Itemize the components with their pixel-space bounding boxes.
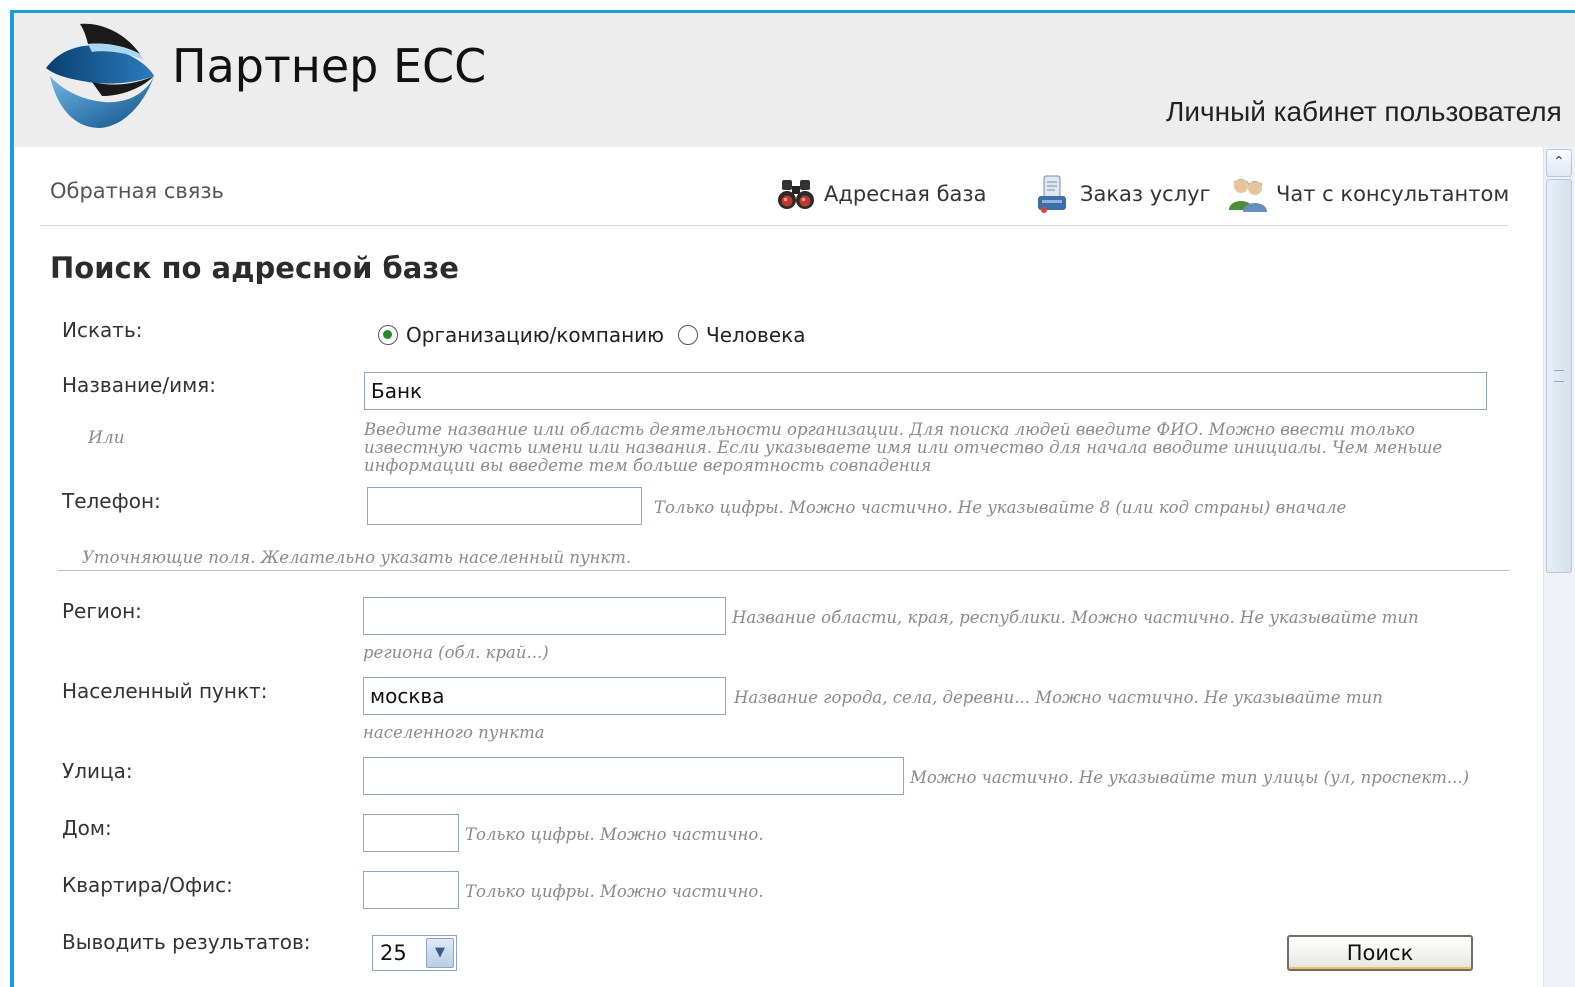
house-label: Дом:	[62, 816, 112, 840]
phone-label: Телефон:	[62, 489, 161, 513]
binoculars-icon	[778, 180, 814, 209]
search-type-label: Искать:	[62, 318, 143, 342]
radio-organization-label[interactable]: Организацию/компанию	[406, 323, 664, 347]
street-hint: Можно частично. Не указывайте тип улицы …	[910, 768, 1470, 787]
city-hint-line1: Название города, села, деревни... Можно …	[734, 688, 1383, 707]
region-label: Регион:	[62, 599, 142, 623]
nav-consultant-chat-label: Чат с консультантом	[1276, 182, 1510, 206]
refine-hint: Уточняющие поля. Желательно указать насе…	[82, 548, 632, 567]
house-input[interactable]	[363, 814, 459, 852]
radio-person-label[interactable]: Человека	[706, 323, 805, 347]
scroll-grip-icon	[1554, 370, 1564, 382]
app-title: Партнер ЕСС	[172, 39, 487, 93]
region-hint-line2: региона (обл. край...)	[363, 643, 549, 662]
apartment-hint: Только цифры. Можно частично.	[465, 882, 764, 901]
vertical-scrollbar[interactable]: ⌃	[1543, 147, 1575, 987]
city-hint-line2: населенного пункта	[363, 723, 545, 742]
name-hint: Введите название или область деятельност…	[364, 420, 1443, 475]
user-cabinet-label: Личный кабинет пользователя	[1166, 96, 1562, 127]
page-title: Поиск по адресной базе	[50, 251, 459, 285]
street-label: Улица:	[62, 759, 133, 783]
or-label: Или	[88, 428, 125, 448]
nav-address-base-label: Адресная база	[824, 182, 987, 206]
apartment-input[interactable]	[363, 871, 459, 909]
main-content: Обратная связь Адресная база Заказ услуг	[14, 147, 1542, 987]
results-count-select[interactable]: 25 ▼	[372, 935, 457, 971]
services-order-icon	[1038, 175, 1066, 213]
nav-address-base[interactable]: Адресная база	[776, 172, 986, 216]
apartment-label: Квартира/Офис:	[62, 873, 233, 897]
phone-input[interactable]	[367, 487, 642, 525]
results-count-value: 25	[380, 941, 407, 965]
radio-organization[interactable]	[378, 325, 398, 345]
street-input[interactable]	[363, 757, 904, 795]
results-count-label: Выводить результатов:	[62, 930, 311, 954]
name-label: Название/имя:	[62, 373, 216, 397]
chat-consultant-icon	[1229, 179, 1267, 212]
nav-consultant-chat[interactable]: Чат с консультантом	[1228, 172, 1509, 216]
search-type-group: Организацию/компанию Человека	[378, 323, 805, 347]
scroll-thumb[interactable]	[1546, 179, 1572, 573]
refine-divider	[58, 570, 1509, 571]
phone-hint: Только цифры. Можно частично. Не указыва…	[654, 498, 1347, 517]
chevron-down-icon[interactable]: ▼	[426, 938, 454, 968]
nav-services-order[interactable]: Заказ услуг	[1032, 172, 1211, 216]
house-hint: Только цифры. Можно частично.	[465, 825, 764, 844]
site-header: Партнер ЕСС Личный кабинет пользователя	[14, 13, 1575, 147]
nav-feedback-link[interactable]: Обратная связь	[50, 179, 224, 203]
nav-services-order-label: Заказ услуг	[1080, 182, 1211, 206]
region-input[interactable]	[363, 597, 726, 635]
radio-person[interactable]	[678, 325, 698, 345]
region-hint-line1: Название области, края, республики. Можн…	[732, 608, 1419, 627]
window-top-margin	[0, 0, 1575, 10]
city-input[interactable]: москва	[363, 677, 726, 715]
name-input[interactable]: Банк	[364, 372, 1487, 410]
search-button[interactable]: Поиск	[1287, 935, 1473, 971]
city-label: Населенный пункт:	[62, 679, 268, 703]
ecc-logo-icon	[46, 23, 154, 128]
scroll-up-arrow-icon[interactable]: ⌃	[1546, 149, 1572, 177]
nav-divider	[40, 225, 1508, 226]
